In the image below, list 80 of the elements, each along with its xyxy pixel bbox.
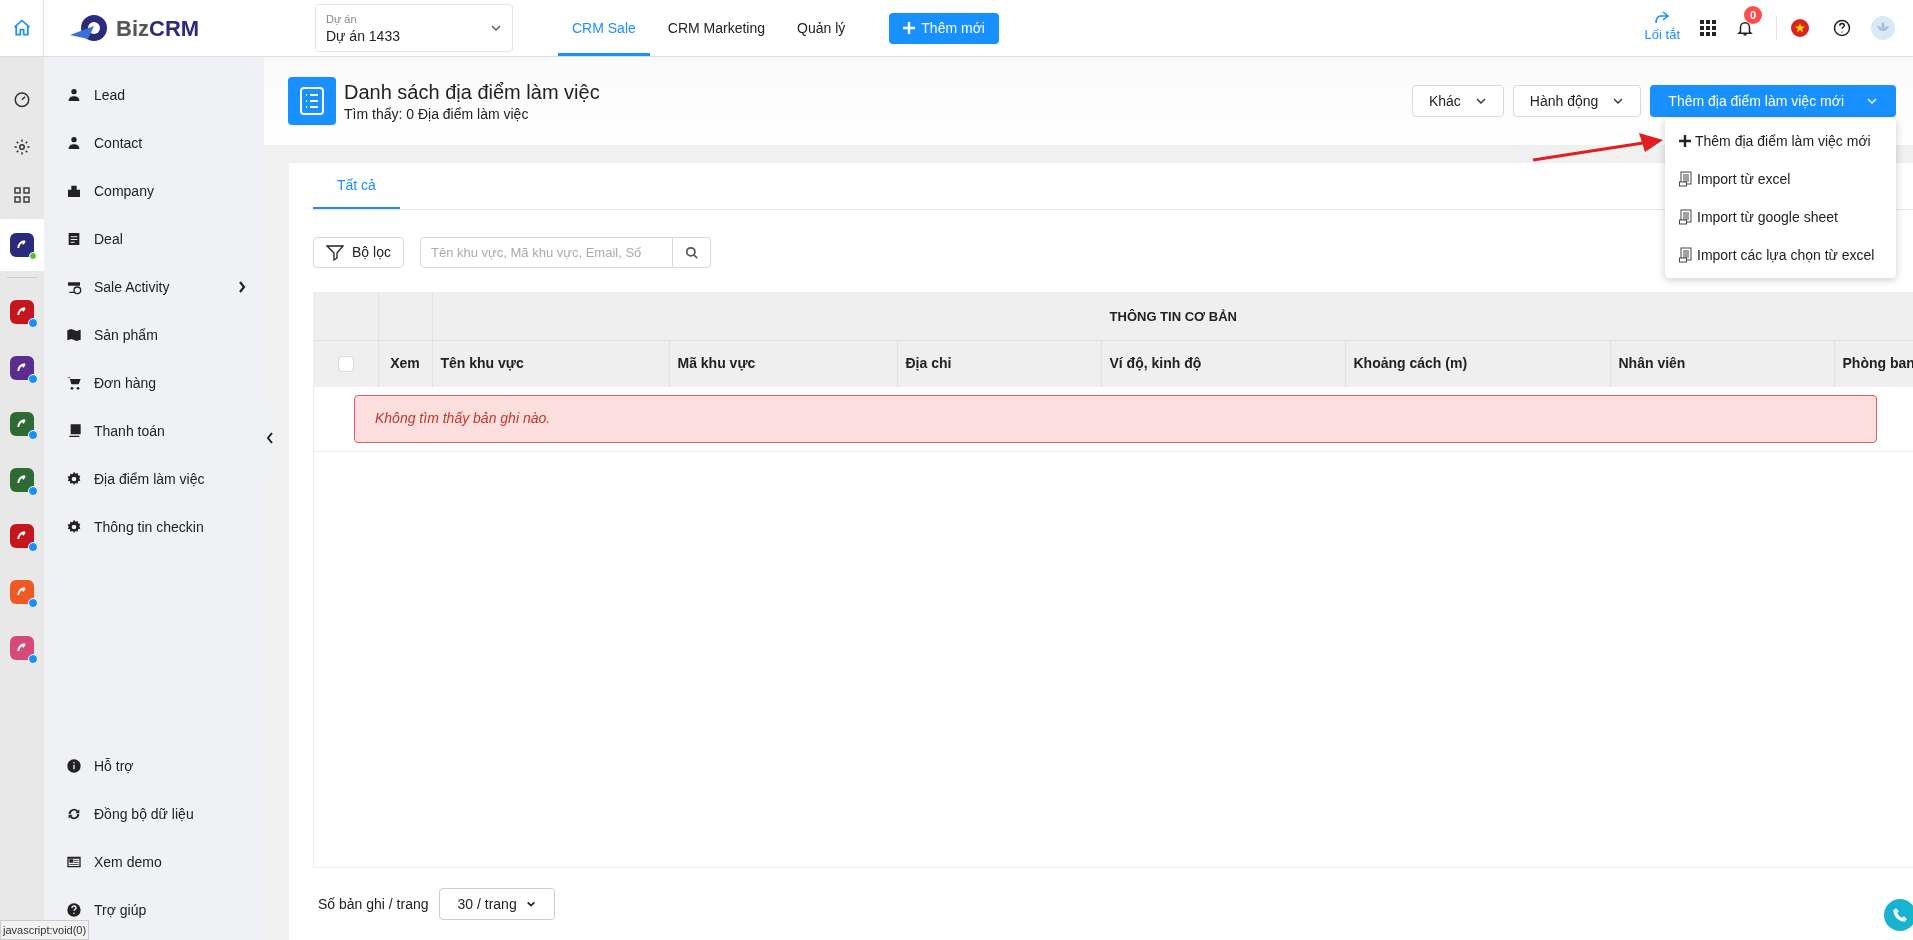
nav-tab[interactable]: CRM Marketing <box>653 0 780 56</box>
spreadsheet-icon <box>1679 171 1693 187</box>
sidebar-item[interactable]: Lead <box>44 71 264 119</box>
page-size-label: Số bản ghi / trang <box>318 894 429 914</box>
settings-icon[interactable] <box>13 138 31 156</box>
building-icon <box>66 183 82 199</box>
column-group-header: THÔNG TIN CƠ BẢN <box>432 293 1913 340</box>
apps-grid-icon[interactable] <box>1700 20 1716 36</box>
page-size-select[interactable]: 30 / trang <box>438 888 555 920</box>
column-header: Địa chỉ <box>897 340 1101 387</box>
logo-icon <box>68 13 110 43</box>
menu-item[interactable]: Import từ google sheet <box>1665 198 1896 236</box>
bell-icon[interactable] <box>1736 19 1754 37</box>
spreadsheet-icon <box>1679 247 1693 263</box>
project-label: Dự án <box>326 12 358 27</box>
list-icon <box>66 423 82 439</box>
plus-icon <box>903 22 916 34</box>
sidebar-item[interactable]: Đơn hàng <box>44 359 264 407</box>
gear-icon <box>66 519 82 535</box>
list-icon <box>288 77 336 125</box>
dropdown-button[interactable]: Khác <box>1411 85 1504 117</box>
menu-item[interactable]: Thêm địa điểm làm việc mới <box>1665 122 1896 160</box>
page-title: Danh sách địa điểm làm việc <box>344 80 600 105</box>
document-icon <box>66 231 82 247</box>
gear-icon <box>66 471 82 487</box>
sidebar-item[interactable]: Thanh toán <box>44 407 264 455</box>
column-header: Ví độ, kinh độ <box>1101 340 1345 387</box>
chevron-left-icon <box>266 431 274 444</box>
sidebar-item[interactable]: Company <box>44 167 264 215</box>
sidebar-item[interactable]: Sản phẩm <box>44 311 264 359</box>
column-header: Xem <box>378 340 432 387</box>
search-button[interactable] <box>673 237 711 268</box>
chevron-down-icon <box>525 899 536 909</box>
newspaper-icon <box>66 854 82 870</box>
search-icon <box>684 245 699 260</box>
book-icon <box>66 327 82 343</box>
info-icon <box>66 758 82 774</box>
column-header: Khoảng cách (m) <box>1345 340 1610 387</box>
select-all-checkbox[interactable] <box>337 355 354 372</box>
dropdown-button[interactable]: Hành động <box>1512 85 1642 117</box>
filter-button[interactable]: Bộ lọc <box>313 237 404 268</box>
logo-text: BizCRM <box>116 14 200 43</box>
app-icon[interactable] <box>10 233 34 257</box>
spreadsheet-icon <box>1679 209 1693 225</box>
gauge-icon[interactable] <box>13 90 31 108</box>
sidebar-item[interactable]: Deal <box>44 215 264 263</box>
help-icon <box>66 902 82 918</box>
share-arrow-icon <box>1654 11 1671 26</box>
column-header: Mã khu vực <box>669 340 897 387</box>
collapse-handle[interactable] <box>264 400 276 475</box>
notification-badge: 0 <box>1744 6 1762 24</box>
page-subtitle: Tìm thấy: 0 Địa điểm làm việc <box>344 105 530 123</box>
phone-icon <box>1892 907 1908 923</box>
sidebar-item[interactable]: Đồng bộ dữ liệu <box>44 790 264 838</box>
home-icon[interactable] <box>11 18 32 38</box>
project-select[interactable]: Dự án Dự án 1433 <box>315 4 513 52</box>
sidebar-item[interactable]: Contact <box>44 119 264 167</box>
nav-tab[interactable]: Quản lý <box>783 0 860 56</box>
sidebar-item[interactable]: Hỗ trợ <box>44 742 264 790</box>
sidebar-item[interactable]: Địa điểm làm việc <box>44 455 264 503</box>
sync-icon <box>66 806 82 822</box>
column-header: Tên khu vực <box>432 340 669 387</box>
empty-message: Không tìm thấy bản ghi nào. <box>354 394 1877 443</box>
search-field[interactable]: Tên khu vực, Mã khu vực, Email, Số <box>420 237 673 268</box>
sidebar-item[interactable]: Sale Activity <box>44 263 264 311</box>
menu-item[interactable]: Import các lựa chọn từ excel <box>1665 236 1896 274</box>
plus-icon <box>1679 135 1691 147</box>
column-header: Nhân viên <box>1610 340 1834 387</box>
cart-icon <box>66 375 82 391</box>
person-icon <box>66 87 82 103</box>
sidebar-item[interactable]: Thông tin checkin <box>44 503 264 551</box>
menu-item[interactable]: Import từ excel <box>1665 160 1896 198</box>
sidebar-item[interactable]: Xem demo <box>44 838 264 886</box>
help-icon[interactable] <box>1833 19 1851 37</box>
status-tooltip: javascript:void(0) <box>0 920 90 940</box>
grid-icon[interactable] <box>14 187 30 203</box>
project-value: Dự án 1433 <box>326 27 400 45</box>
person-icon <box>66 135 82 151</box>
flag-icon[interactable] <box>1791 19 1809 37</box>
filter-icon <box>326 244 345 261</box>
